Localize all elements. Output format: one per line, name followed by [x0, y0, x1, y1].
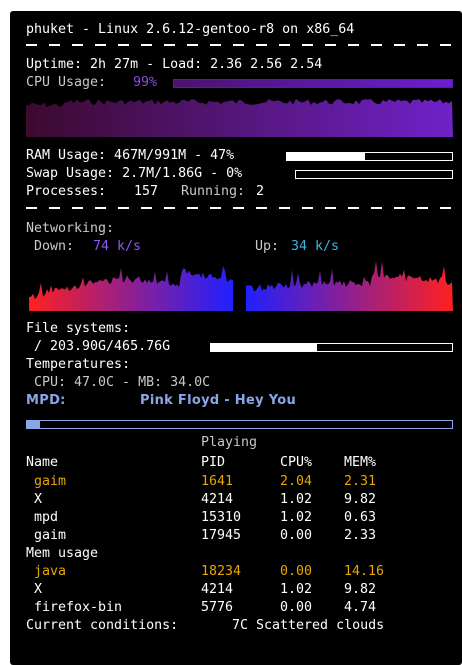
- down-label: Down:: [34, 239, 75, 254]
- running-count: 2: [256, 184, 265, 199]
- process-pid: 18234: [201, 564, 242, 579]
- process-name: X: [34, 582, 43, 597]
- process-pid: 4214: [201, 492, 234, 507]
- swap-usage-bar: [295, 170, 453, 179]
- networking-label: Networking:: [26, 221, 115, 236]
- ram-usage-line: RAM Usage: 467M/991M - 47%: [26, 148, 235, 163]
- separator-mid: [26, 207, 451, 209]
- weather-label: Current conditions:: [26, 618, 179, 633]
- uptime-load-line: Uptime: 2h 27m - Load: 2.36 2.56 2.54: [26, 57, 323, 72]
- system-title: phuket - Linux 2.6.12-gentoo-r8 on x86_6…: [26, 22, 355, 37]
- process-cpu: 1.02: [280, 510, 313, 525]
- root-filesystem-usage: / 203.90G/465.76G: [34, 339, 171, 354]
- process-cpu: 1.02: [280, 582, 313, 597]
- filesystems-label: File systems:: [26, 321, 131, 336]
- cpu-usage-percent: 99%: [133, 75, 158, 90]
- process-cpu: 0.00: [280, 564, 313, 579]
- process-pid: 17945: [201, 528, 242, 543]
- download-graph-area: [29, 266, 233, 311]
- separator-top: [26, 44, 451, 46]
- mem-usage-label: Mem usage: [26, 546, 99, 561]
- upload-graph: [246, 261, 453, 311]
- header-name: Name: [26, 455, 59, 470]
- root-filesystem-bar-fill: [211, 344, 318, 351]
- cpu-usage-label: CPU Usage:: [26, 75, 107, 90]
- processes-label: Processes:: [26, 184, 107, 199]
- cpu-usage-graph: [26, 99, 453, 137]
- process-name: X: [34, 492, 43, 507]
- mpd-song: Pink Floyd - Hey You: [140, 393, 297, 408]
- process-mem: 0.63: [344, 510, 377, 525]
- mpd-progress-bar: [26, 420, 453, 429]
- conky-window: phuket - Linux 2.6.12-gentoo-r8 on x86_6…: [10, 11, 462, 665]
- header-pid: PID: [201, 455, 226, 470]
- mpd-label: MPD:: [26, 393, 66, 408]
- down-speed: 74 k/s: [93, 239, 142, 254]
- running-label: Running:: [181, 184, 246, 199]
- temperatures-line: CPU: 47.0C - MB: 34.0C: [34, 375, 211, 390]
- process-name: gaim: [34, 474, 67, 489]
- cpu-graph-area: [26, 99, 453, 137]
- mpd-status: Playing: [201, 435, 258, 450]
- processes-count: 157: [134, 184, 159, 199]
- weather-value: 7C Scattered clouds: [232, 618, 385, 633]
- conky-panel: phuket - Linux 2.6.12-gentoo-r8 on x86_6…: [10, 11, 462, 665]
- process-name: gaim: [34, 528, 67, 543]
- ram-usage-bar: [286, 152, 453, 161]
- process-mem: 9.82: [344, 492, 377, 507]
- header-mem: MEM%: [344, 455, 377, 470]
- download-graph: [29, 266, 233, 311]
- process-cpu: 1.02: [280, 492, 313, 507]
- cpu-usage-bar: [173, 79, 453, 88]
- process-mem: 9.82: [344, 582, 377, 597]
- process-mem: 14.16: [344, 564, 385, 579]
- header-cpu: CPU%: [280, 455, 313, 470]
- root-filesystem-bar: [210, 343, 453, 352]
- process-mem: 2.33: [344, 528, 377, 543]
- process-mem: 2.31: [344, 474, 377, 489]
- process-cpu: 0.00: [280, 600, 313, 615]
- ram-usage-bar-fill: [287, 153, 365, 160]
- process-name: firefox-bin: [34, 600, 123, 615]
- mpd-progress-fill: [27, 421, 40, 428]
- up-speed: 34 k/s: [291, 239, 340, 254]
- process-pid: 4214: [201, 582, 234, 597]
- process-cpu: 2.04: [280, 474, 313, 489]
- process-pid: 1641: [201, 474, 234, 489]
- up-label: Up:: [255, 239, 280, 254]
- process-mem: 4.74: [344, 600, 377, 615]
- temperatures-label: Temperatures:: [26, 357, 131, 372]
- process-name: java: [34, 564, 67, 579]
- process-name: mpd: [34, 510, 59, 525]
- process-cpu: 0.00: [280, 528, 313, 543]
- process-pid: 5776: [201, 600, 234, 615]
- upload-graph-area: [246, 261, 453, 311]
- swap-usage-line: Swap Usage: 2.7M/1.86G - 0%: [26, 166, 243, 181]
- process-pid: 15310: [201, 510, 242, 525]
